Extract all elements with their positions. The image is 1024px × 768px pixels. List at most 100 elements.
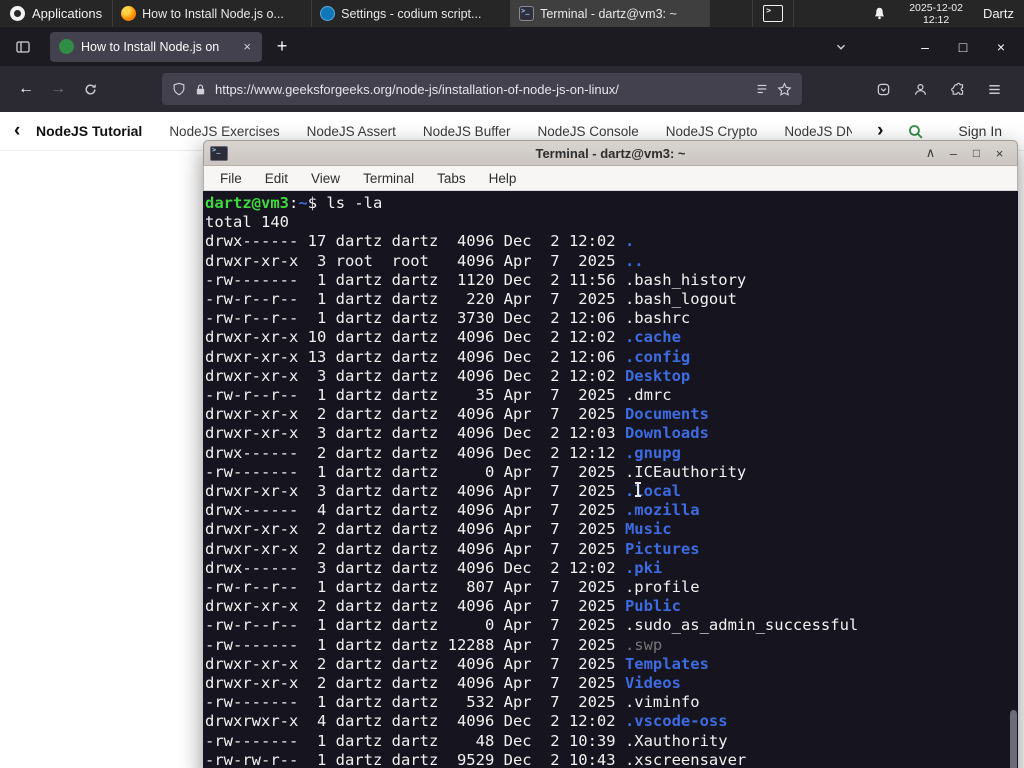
firefox-view-icon <box>16 40 30 53</box>
new-tab-button[interactable]: + <box>268 33 296 61</box>
nav-scroll-left-button[interactable]: ‹ <box>14 112 20 150</box>
reload-icon <box>84 83 96 95</box>
reload-button[interactable] <box>74 73 106 105</box>
terminal-listing-line: drwxr-xr-x 2 dartz dartz 4096 Apr 7 2025… <box>205 520 1018 539</box>
terminal-listing-line: -rw-r--r-- 1 dartz dartz 3730 Dec 2 12:0… <box>205 309 1018 328</box>
extensions-button[interactable] <box>941 73 973 105</box>
notifications-button[interactable] <box>794 6 901 21</box>
listing-filename: .bash_history <box>624 270 747 289</box>
terminal-listing-line: drwx------ 4 dartz dartz 4096 Apr 7 2025… <box>205 501 1018 520</box>
account-icon <box>914 83 926 95</box>
chevron-down-icon <box>837 44 845 50</box>
terminal-title: Terminal - dartz@vm3: ~ <box>535 145 686 161</box>
hamburger-icon <box>988 84 1000 94</box>
terminal-listing-line: -rw-r--r-- 1 dartz dartz 220 Apr 7 2025 … <box>205 290 1018 309</box>
settings-icon <box>320 6 336 21</box>
listing-meta: drwxrwxr-x 4 dartz dartz 4096 Dec 2 12:0… <box>205 712 625 731</box>
firefox-view-button[interactable] <box>10 34 36 60</box>
terminal-listing-line: drwx------ 3 dartz dartz 4096 Dec 2 12:0… <box>205 559 1018 578</box>
terminal-listing-line: -rw-r--r-- 1 dartz dartz 35 Apr 7 2025 .… <box>205 386 1018 405</box>
terminal-listing-line: drwx------ 17 dartz dartz 4096 Dec 2 12:… <box>205 232 1018 251</box>
clock-date: 2025-12-02 <box>909 1 963 14</box>
tray-terminal-button[interactable] <box>752 0 795 27</box>
menu-item[interactable]: Help <box>489 171 517 186</box>
pocket-button[interactable] <box>867 73 899 105</box>
listing-filename: Music <box>624 520 672 539</box>
listing-meta: -rw-r--r-- 1 dartz dartz 35 Apr 7 2025 <box>205 386 625 405</box>
clock-time: 12:12 <box>922 13 950 26</box>
url-text: https://www.geeksforgeeks.org/node-js/in… <box>215 81 619 97</box>
scrollbar-thumb[interactable] <box>1010 710 1017 768</box>
bookmark-star-icon[interactable] <box>777 81 792 97</box>
terminal-listing-line: -rw------- 1 dartz dartz 12288 Apr 7 202… <box>205 636 1018 655</box>
terminal-listing-line: drwx------ 2 dartz dartz 4096 Dec 2 12:1… <box>205 444 1018 463</box>
listing-filename: .local <box>624 482 681 501</box>
search-icon[interactable] <box>907 123 924 140</box>
reader-mode-icon[interactable] <box>755 82 769 96</box>
menu-item[interactable]: Edit <box>265 171 288 186</box>
nav-item[interactable]: NodeJS Crypto <box>666 124 758 139</box>
terminal-listing-line: -rw------- 1 dartz dartz 1120 Dec 2 11:5… <box>205 271 1018 290</box>
listing-meta: drwxr-xr-x 3 dartz dartz 4096 Dec 2 12:0… <box>205 424 625 443</box>
listing-filename: Templates <box>624 654 709 673</box>
nav-item[interactable]: NodeJS Exercises <box>169 124 279 139</box>
terminal-window-controls: ∧ – □ × <box>919 142 1011 164</box>
panel-user-button[interactable]: Dartz <box>971 6 1024 21</box>
listing-meta: drwxr-xr-x 3 dartz dartz 4096 Apr 7 2025 <box>205 482 625 501</box>
nav-item[interactable]: NodeJS Assert <box>307 124 396 139</box>
url-bar[interactable]: https://www.geeksforgeeks.org/node-js/in… <box>162 73 802 105</box>
nav-item[interactable]: NodeJS Tutorial <box>36 123 142 139</box>
listing-meta: -rw-r--r-- 1 dartz dartz 3730 Dec 2 12:0… <box>205 309 625 328</box>
terminal-titlebar[interactable]: Terminal - dartz@vm3: ~ ∧ – □ × <box>203 140 1018 166</box>
close-button[interactable]: × <box>986 33 1016 61</box>
menu-item[interactable]: Terminal <box>363 171 414 186</box>
menu-item[interactable]: Tabs <box>437 171 466 186</box>
terminal-listing-line: drwxr-xr-x 2 dartz dartz 4096 Apr 7 2025… <box>205 597 1018 616</box>
terminal-output: dartz@vm3:~$ ls -la total 140 drwx------ 1… <box>205 194 1018 768</box>
listing-filename: Desktop <box>624 366 691 385</box>
nav-item[interactable]: NodeJS Buffer <box>423 124 511 139</box>
minimize-button[interactable]: – <box>910 33 940 61</box>
listing-filename: Videos <box>624 674 681 693</box>
maximize-button[interactable]: □ <box>948 33 978 61</box>
listing-meta: -rw-r--r-- 1 dartz dartz 220 Apr 7 2025 <box>205 290 625 309</box>
distro-logo-icon <box>10 6 25 21</box>
top-panel: Applications How to Install Node.js o...… <box>0 0 1024 27</box>
terminal-prompt-line: dartz@vm3:~$ ls -la <box>205 194 1018 213</box>
taskbar-item[interactable]: Terminal - dartz@vm3: ~ <box>511 0 711 27</box>
listing-filename: . <box>624 232 635 251</box>
taskbar-item[interactable]: Settings - codium script... <box>312 0 512 27</box>
shade-button[interactable]: ∧ <box>919 142 942 164</box>
terminal-listing-line: drwxr-xr-x 3 dartz dartz 4096 Dec 2 12:0… <box>205 424 1018 443</box>
tracking-shield-icon <box>173 82 185 96</box>
taskbar-item[interactable]: How to Install Node.js o... <box>113 0 313 27</box>
nav-item[interactable]: NodeJS Console <box>537 124 638 139</box>
terminal-window: Terminal - dartz@vm3: ~ ∧ – □ × File Edit… <box>203 140 1018 768</box>
browser-tab-active[interactable]: How to Install Node.js on × <box>50 31 262 62</box>
terminal-maximize-button[interactable]: □ <box>965 142 988 164</box>
nav-item[interactable]: NodeJS DNS <box>784 124 852 139</box>
terminal-listing-line: drwxr-xr-x 2 dartz dartz 4096 Apr 7 2025… <box>205 674 1018 693</box>
menu-item[interactable]: View <box>311 171 340 186</box>
terminal-minimize-button[interactable]: – <box>942 142 965 164</box>
terminal-close-button[interactable]: × <box>988 142 1011 164</box>
listing-filename: Pictures <box>624 539 700 558</box>
applications-menu-button[interactable]: Applications <box>0 0 114 27</box>
forward-button[interactable]: → <box>42 73 74 105</box>
back-button[interactable]: ← <box>10 73 42 105</box>
firefox-icon <box>121 6 137 21</box>
panel-clock[interactable]: 2025-12-02 12:12 <box>901 2 971 26</box>
tab-close-button[interactable]: × <box>241 39 253 54</box>
terminal-scrollbar[interactable] <box>1008 193 1017 768</box>
app-menu-button[interactable] <box>978 73 1010 105</box>
nav-scroll-right-button[interactable]: › <box>877 120 883 142</box>
menu-item[interactable]: File <box>220 171 242 186</box>
site-favicon <box>59 39 74 54</box>
list-tabs-button[interactable] <box>826 33 856 61</box>
listing-meta: -rw------- 1 dartz dartz 1120 Dec 2 11:5… <box>205 270 625 289</box>
listing-filename: .cache <box>624 328 681 347</box>
tab-bar: How to Install Node.js on × + – □ × <box>0 27 1024 66</box>
system-tray: 2025-12-02 12:12 Dartz <box>752 0 1024 27</box>
terminal-screen[interactable]: dartz@vm3:~$ ls -la total 140 drwx------ 1… <box>203 191 1018 768</box>
account-button[interactable] <box>904 73 936 105</box>
